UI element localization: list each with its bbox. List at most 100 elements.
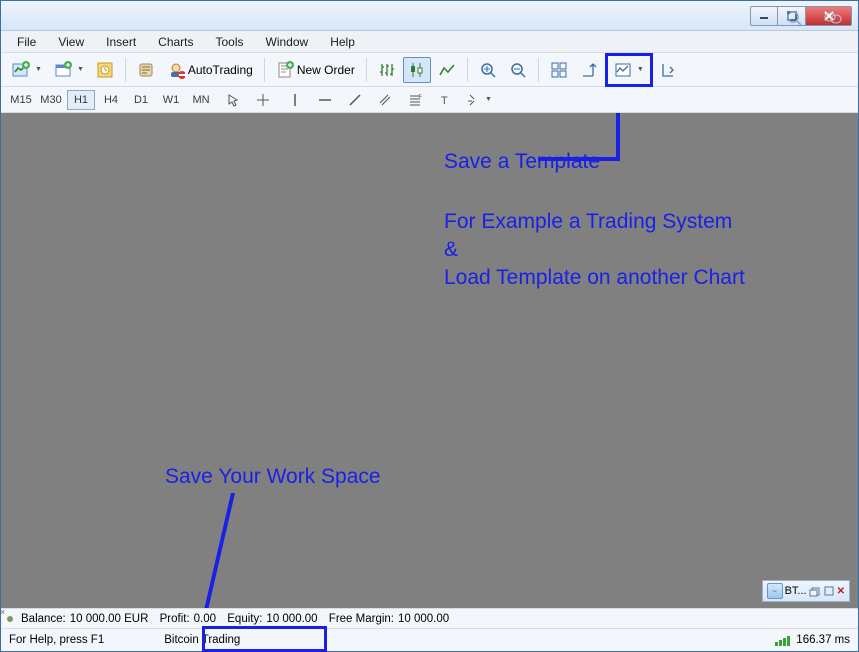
bar-chart-button[interactable] <box>373 57 401 83</box>
channel-icon <box>378 93 392 107</box>
horizontal-line-button[interactable] <box>311 90 339 110</box>
new-order-button[interactable]: New Order <box>271 57 360 83</box>
menu-help[interactable]: Help <box>322 33 363 51</box>
separator <box>264 58 265 82</box>
line-chart-button[interactable] <box>433 57 461 83</box>
line-chart-icon <box>438 61 456 79</box>
trendline-button[interactable] <box>341 90 369 110</box>
zoom-in-button[interactable] <box>474 57 502 83</box>
tf-d1[interactable]: D1 <box>127 90 155 110</box>
maximize-icon[interactable] <box>823 585 835 597</box>
title-bar <box>1 1 858 31</box>
equity-label: Equity: <box>227 613 262 625</box>
crosshair-button[interactable] <box>249 90 277 110</box>
toolbar-right-group <box>780 5 848 31</box>
workspace-name-highlight <box>202 626 327 652</box>
template-button[interactable]: ▼ <box>609 57 649 83</box>
autotrading-icon <box>167 61 185 79</box>
fibonacci-icon: F <box>408 93 422 107</box>
tf-m30[interactable]: M30 <box>37 90 65 110</box>
bottom-right-group: 166.37 ms <box>775 634 850 646</box>
bottom-status-bar: For Help, press F1 Bitcoin Trading 166.3… <box>1 628 858 651</box>
new-order-icon <box>276 61 294 79</box>
search-button[interactable] <box>780 5 808 31</box>
template-icon <box>614 61 632 79</box>
menu-charts[interactable]: Charts <box>150 33 201 51</box>
menu-insert[interactable]: Insert <box>98 33 144 51</box>
tf-h1[interactable]: H1 <box>67 90 95 110</box>
equidistant-channel-button[interactable] <box>371 90 399 110</box>
candlestick-button[interactable] <box>403 57 431 83</box>
chart-shift-button[interactable] <box>655 57 683 83</box>
connection-indicator-icon <box>7 616 13 622</box>
equity-value: 10 000.00 <box>266 613 317 625</box>
minimize-icon <box>759 11 769 21</box>
new-chart-icon <box>12 61 30 79</box>
auto-scroll-button[interactable] <box>575 57 603 83</box>
annotation-save-template: Save a Template <box>444 148 600 176</box>
account-status-bar: × Balance: 10 000.00 EUR Profit: 0.00 Eq… <box>1 608 858 628</box>
zoom-out-button[interactable] <box>504 57 532 83</box>
menu-file[interactable]: File <box>9 33 44 51</box>
tf-mn[interactable]: MN <box>187 90 215 110</box>
close-panel-icon[interactable]: × <box>0 608 5 617</box>
search-icon <box>785 9 803 27</box>
chat-button[interactable] <box>818 5 848 31</box>
dropdown-icon: ▼ <box>485 96 492 103</box>
minimized-chart-tab[interactable]: ~ BT... ✕ <box>762 580 850 602</box>
freemargin-value: 10 000.00 <box>398 613 449 625</box>
profiles-button[interactable]: ▼ <box>49 57 89 83</box>
market-watch-icon <box>96 61 114 79</box>
autotrading-button[interactable]: AutoTrading <box>162 57 258 83</box>
auto-scroll-icon <box>580 61 598 79</box>
tf-m15[interactable]: M15 <box>7 90 35 110</box>
chart-workspace[interactable]: Save a Template For Example a Trading Sy… <box>1 113 858 608</box>
new-chart-button[interactable]: ▼ <box>7 57 47 83</box>
signal-strength-icon <box>775 634 790 646</box>
objects-icon <box>466 93 480 107</box>
autotrading-label: AutoTrading <box>188 63 253 77</box>
annotation-example1: For Example a Trading System <box>444 208 732 236</box>
market-watch-button[interactable] <box>91 57 119 83</box>
annotation-amp: & <box>444 236 458 264</box>
text-icon: T <box>438 93 452 107</box>
svg-text:F: F <box>419 94 422 100</box>
horizontal-line-icon <box>318 93 332 107</box>
minimize-button[interactable] <box>750 6 778 26</box>
menu-view[interactable]: View <box>50 33 92 51</box>
annotation-connector <box>616 113 620 157</box>
menu-window[interactable]: Window <box>258 33 317 51</box>
minimized-chart-label: BT... <box>785 585 807 597</box>
text-button[interactable]: T <box>431 90 459 110</box>
svg-text:T: T <box>441 95 448 107</box>
profit-value: 0.00 <box>194 613 216 625</box>
balance-value: 10 000.00 EUR <box>70 613 149 625</box>
zoom-out-icon <box>509 61 527 79</box>
chart-shift-icon <box>660 61 678 79</box>
separator <box>366 58 367 82</box>
vertical-line-button[interactable] <box>281 90 309 110</box>
tf-h4[interactable]: H4 <box>97 90 125 110</box>
timeframe-bar: M15 M30 H1 H4 D1 W1 MN F T ▼ <box>1 87 858 113</box>
app-window: File View Insert Charts Tools Window Hel… <box>0 0 859 652</box>
balance-label: Balance: <box>21 613 66 625</box>
zoom-in-icon <box>479 61 497 79</box>
chart-window-icon: ~ <box>767 583 783 599</box>
navigator-button[interactable] <box>132 57 160 83</box>
separator <box>467 58 468 82</box>
restore-icon[interactable] <box>809 585 821 597</box>
dropdown-icon: ▼ <box>35 66 42 73</box>
annotation-connector <box>204 493 235 608</box>
objects-button[interactable]: ▼ <box>461 90 497 110</box>
separator <box>125 58 126 82</box>
cursor-icon <box>226 93 240 107</box>
menu-tools[interactable]: Tools <box>208 33 252 51</box>
tile-windows-button[interactable] <box>545 57 573 83</box>
candlestick-icon <box>408 61 426 79</box>
dropdown-icon: ▼ <box>637 66 644 73</box>
close-chart-icon[interactable]: ✕ <box>837 586 845 597</box>
tf-w1[interactable]: W1 <box>157 90 185 110</box>
crosshair-icon <box>256 93 270 107</box>
cursor-button[interactable] <box>219 90 247 110</box>
fibonacci-button[interactable]: F <box>401 90 429 110</box>
